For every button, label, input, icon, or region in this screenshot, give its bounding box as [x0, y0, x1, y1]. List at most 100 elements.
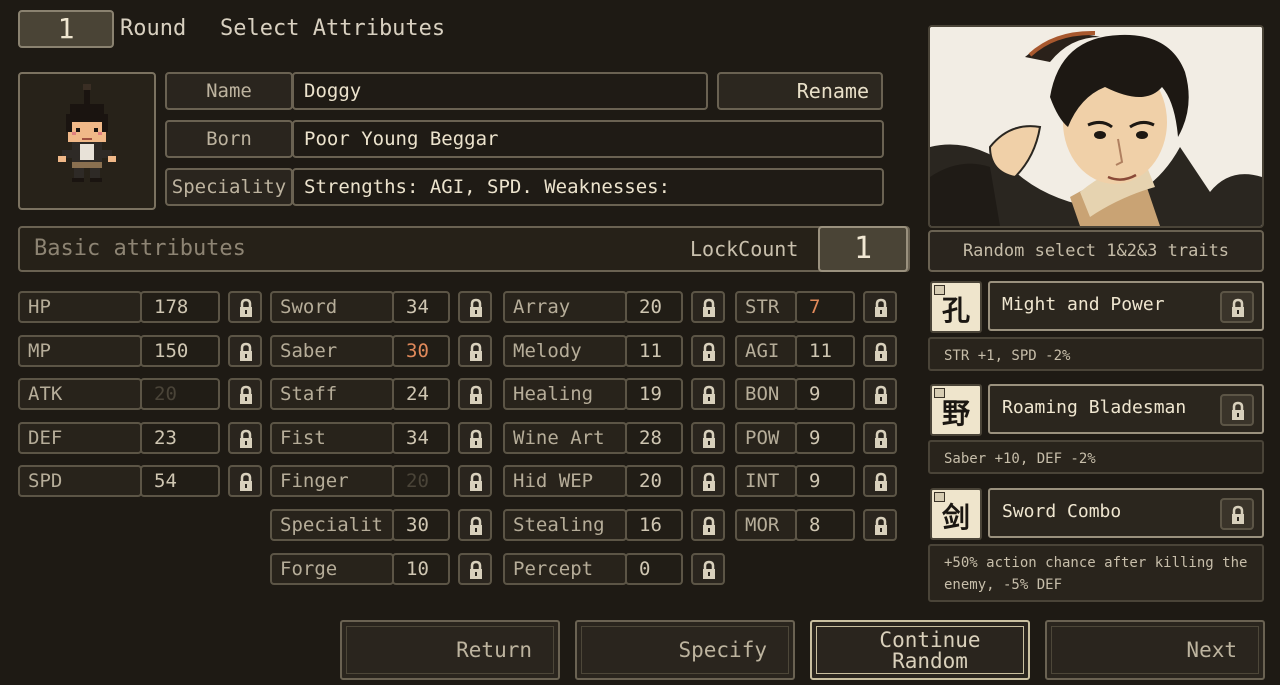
rename-button[interactable]: Rename: [717, 72, 883, 110]
stat-value-hp: 178: [140, 291, 220, 323]
stat-lock-button-saber[interactable]: [458, 335, 492, 367]
stat-name-array: Array: [503, 291, 627, 323]
stat-name-atk: ATK: [18, 378, 142, 410]
pixel-character-icon: [58, 84, 116, 182]
stat-lock-button-agi[interactable]: [863, 335, 897, 367]
lock-icon: [240, 298, 252, 317]
stat-lock-button-hid-wep[interactable]: [691, 465, 725, 497]
specify-button[interactable]: Specify: [575, 620, 795, 680]
stat-lock-button-str[interactable]: [863, 291, 897, 323]
trait-lock-button[interactable]: [1220, 394, 1254, 426]
character-avatar: [18, 72, 156, 210]
trait-glyph: 野: [941, 397, 970, 430]
stat-lock-button-spd[interactable]: [228, 465, 262, 497]
round-label: Round: [120, 16, 187, 41]
stat-value-specialit: 30: [392, 509, 450, 541]
stat-lock-button-finger[interactable]: [458, 465, 492, 497]
lock-icon: [703, 516, 715, 535]
trait-badge-sword: 剑: [930, 488, 982, 540]
lock-icon: [470, 516, 482, 535]
stat-name-int: INT: [735, 465, 797, 497]
trait-desc-roaming: Saber +10, DEF -2%: [928, 440, 1264, 474]
character-portrait: [928, 25, 1264, 228]
lock-icon: [470, 472, 482, 491]
lock-icon: [240, 342, 252, 361]
stat-value-wine-art: 28: [625, 422, 683, 454]
stat-name-wine-art: Wine Art: [503, 422, 627, 454]
stat-lock-button-hp[interactable]: [228, 291, 262, 323]
trait-desc-might: STR +1, SPD -2%: [928, 337, 1264, 371]
return-button[interactable]: Return: [340, 620, 560, 680]
next-button-label: Next: [1186, 638, 1237, 662]
stat-name-def: DEF: [18, 422, 142, 454]
stat-lock-button-wine-art[interactable]: [691, 422, 725, 454]
stat-name-stealing: Stealing: [503, 509, 627, 541]
stat-lock-button-pow[interactable]: [863, 422, 897, 454]
stat-lock-button-fist[interactable]: [458, 422, 492, 454]
stat-lock-button-bon[interactable]: [863, 378, 897, 410]
lock-icon: [240, 385, 252, 404]
name-field[interactable]: Doggy: [292, 72, 708, 110]
stat-value-array: 20: [625, 291, 683, 323]
stat-name-finger: Finger: [270, 465, 394, 497]
continue-random-label: Continue Random: [879, 628, 981, 673]
stat-lock-button-staff[interactable]: [458, 378, 492, 410]
stat-value-percept: 0: [625, 553, 683, 585]
random-traits-label: Random select 1&2&3 traits: [928, 230, 1264, 272]
stat-lock-button-mor[interactable]: [863, 509, 897, 541]
lock-icon: [1232, 401, 1244, 420]
stat-value-staff: 24: [392, 378, 450, 410]
stat-lock-button-healing[interactable]: [691, 378, 725, 410]
stat-value-healing: 19: [625, 378, 683, 410]
lock-icon: [703, 429, 715, 448]
stat-lock-button-forge[interactable]: [458, 553, 492, 585]
stat-name-pow: POW: [735, 422, 797, 454]
stat-value-spd: 54: [140, 465, 220, 497]
trait-lock-button[interactable]: [1220, 498, 1254, 530]
stat-lock-button-sword[interactable]: [458, 291, 492, 323]
stat-value-saber: 30: [392, 335, 450, 367]
stat-value-melody: 11: [625, 335, 683, 367]
lock-icon: [470, 560, 482, 579]
stat-value-hid-wep: 20: [625, 465, 683, 497]
stat-value-fist: 34: [392, 422, 450, 454]
stat-lock-button-atk[interactable]: [228, 378, 262, 410]
stat-name-staff: Staff: [270, 378, 394, 410]
speciality-value: Strengths: AGI, SPD. Weaknesses:: [292, 168, 884, 206]
stat-lock-button-percept[interactable]: [691, 553, 725, 585]
born-value: Poor Young Beggar: [292, 120, 884, 158]
name-label: Name: [165, 72, 293, 110]
page-title: Select Attributes: [220, 16, 446, 41]
stat-lock-button-specialit[interactable]: [458, 509, 492, 541]
stat-value-sword: 34: [392, 291, 450, 323]
trait-badge-roaming: 野: [930, 384, 982, 436]
continue-random-button[interactable]: Continue Random: [810, 620, 1030, 680]
stat-name-percept: Percept: [503, 553, 627, 585]
stat-lock-button-mp[interactable]: [228, 335, 262, 367]
stat-lock-button-stealing[interactable]: [691, 509, 725, 541]
round-number: 1: [18, 10, 114, 48]
stat-value-str: 7: [795, 291, 855, 323]
lock-icon: [240, 429, 252, 448]
stat-value-bon: 9: [795, 378, 855, 410]
lock-icon: [703, 385, 715, 404]
stat-name-mp: MP: [18, 335, 142, 367]
stat-lock-button-int[interactable]: [863, 465, 897, 497]
stat-name-saber: Saber: [270, 335, 394, 367]
next-button[interactable]: Next: [1045, 620, 1265, 680]
trait-lock-button[interactable]: [1220, 291, 1254, 323]
stat-name-agi: AGI: [735, 335, 797, 367]
stat-lock-button-def[interactable]: [228, 422, 262, 454]
stat-lock-button-melody[interactable]: [691, 335, 725, 367]
stat-name-specialit: Specialit: [270, 509, 394, 541]
stat-value-forge: 10: [392, 553, 450, 585]
basic-attributes-title: Basic attributes: [34, 236, 246, 261]
stat-name-spd: SPD: [18, 465, 142, 497]
trait-badge-might: 孔: [930, 281, 982, 333]
trait-glyph: 剑: [941, 501, 970, 534]
stat-lock-button-array[interactable]: [691, 291, 725, 323]
lock-icon: [470, 385, 482, 404]
lock-icon: [1232, 298, 1244, 317]
lock-icon: [875, 298, 887, 317]
stat-value-pow: 9: [795, 422, 855, 454]
